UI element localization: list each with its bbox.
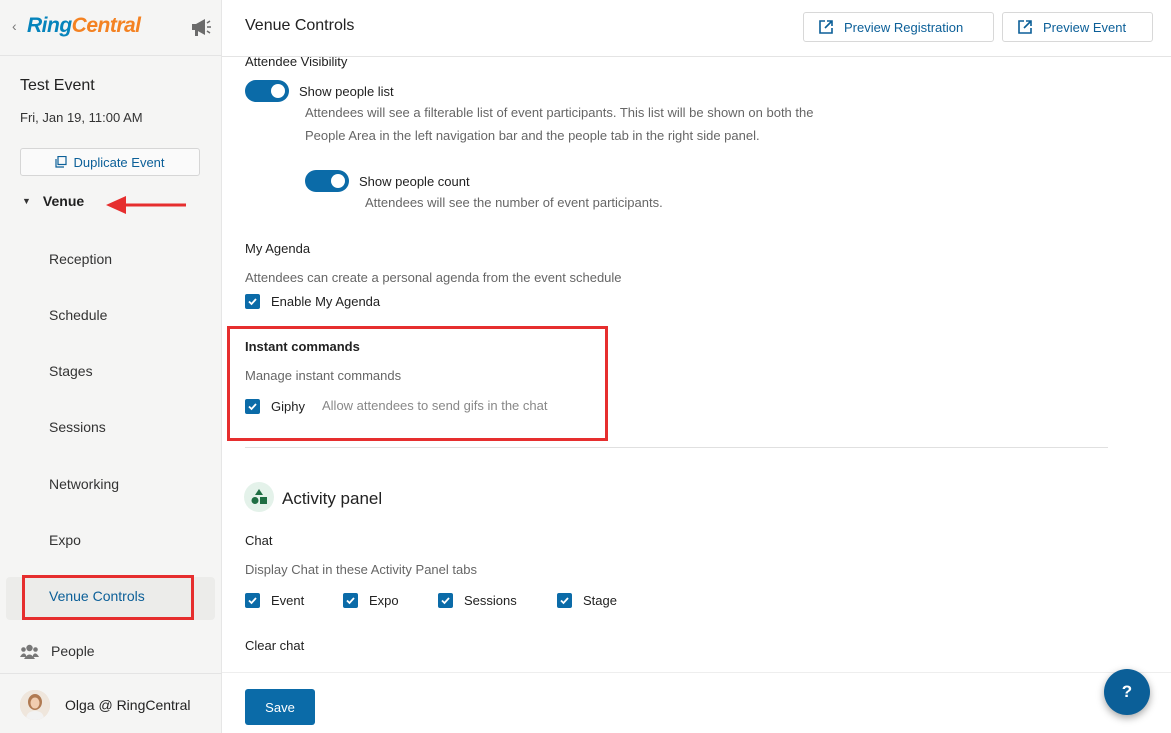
show-people-list-label: Show people list <box>299 84 394 99</box>
my-agenda-description: Attendees can create a personal agenda f… <box>245 270 622 285</box>
check-icon <box>441 597 450 605</box>
sidebar-item-expo[interactable]: Expo <box>49 532 81 548</box>
external-link-icon <box>819 20 833 34</box>
chat-event-label: Event <box>271 593 305 608</box>
instant-commands-title: Instant commands <box>245 339 360 354</box>
attendee-visibility-title: Attendee Visibility <box>245 57 348 69</box>
event-title: Test Event <box>20 77 95 94</box>
duplicate-event-button[interactable]: Duplicate Event <box>20 148 200 176</box>
clear-chat-title: Clear chat <box>245 638 305 653</box>
show-people-list-toggle[interactable] <box>245 80 289 102</box>
sidebar-item-venue[interactable]: ▼ Venue <box>22 193 84 209</box>
megaphone-icon[interactable] <box>189 16 213 38</box>
enable-my-agenda-label: Enable My Agenda <box>271 294 381 309</box>
help-button[interactable]: ? <box>1104 669 1150 715</box>
chat-sessions-label: Sessions <box>464 593 517 608</box>
check-icon <box>248 597 257 605</box>
show-people-count-label: Show people count <box>359 174 470 189</box>
sidebar-item-people[interactable]: People <box>20 643 95 659</box>
giphy-label: Giphy <box>271 399 305 414</box>
check-icon <box>248 403 257 411</box>
user-name: Olga @ RingCentral <box>65 697 191 713</box>
copy-icon <box>55 156 68 168</box>
chat-sessions-checkbox[interactable] <box>438 593 453 608</box>
chat-title: Chat <box>245 533 273 548</box>
section-divider <box>245 447 1108 448</box>
sidebar-item-schedule[interactable]: Schedule <box>49 307 107 323</box>
preview-event-label: Preview Event <box>1043 19 1127 35</box>
venue-label: Venue <box>42 193 85 209</box>
activity-panel-title: Activity panel <box>282 489 383 508</box>
back-chevron-icon[interactable]: ‹ <box>12 18 17 34</box>
sidebar: ‹ RingCentral Test Event Fri, Jan 19, 11… <box>0 0 222 733</box>
chat-description: Display Chat in these Activity Panel tab… <box>245 562 477 577</box>
preview-registration-button[interactable]: Preview Registration <box>803 12 994 42</box>
caret-down-icon: ▼ <box>22 196 31 206</box>
brand-row: ‹ RingCentral <box>0 0 222 56</box>
preview-registration-label: Preview Registration <box>844 19 964 35</box>
check-icon <box>248 298 257 306</box>
footer-bar: Save <box>222 672 1171 733</box>
people-label: People <box>51 643 95 659</box>
save-button[interactable]: Save <box>245 689 315 725</box>
user-profile-row[interactable]: Olga @ RingCentral <box>0 673 222 733</box>
duplicate-event-label: Duplicate Event <box>73 154 165 170</box>
instant-commands-description: Manage instant commands <box>245 368 402 383</box>
giphy-checkbox[interactable] <box>245 399 260 414</box>
show-people-count-toggle[interactable] <box>305 170 349 192</box>
sidebar-item-reception[interactable]: Reception <box>49 251 112 267</box>
red-arrow-annotation <box>106 196 186 214</box>
chat-expo-label: Expo <box>369 593 399 608</box>
giphy-description: Allow attendees to send gifs in the chat <box>322 398 548 413</box>
enable-my-agenda-checkbox[interactable] <box>245 294 260 309</box>
chat-stage-label: Stage <box>583 593 617 608</box>
page-title: Venue Controls <box>245 17 355 34</box>
sidebar-item-networking[interactable]: Networking <box>49 476 119 492</box>
people-list-description-line-2: People Area in the left navigation bar a… <box>305 128 760 143</box>
avatar <box>20 690 50 720</box>
activity-panel-icon <box>244 482 274 512</box>
my-agenda-title: My Agenda <box>245 241 311 256</box>
ringcentral-logo: RingCentral <box>27 14 141 37</box>
people-icon <box>20 644 39 659</box>
sidebar-item-stages[interactable]: Stages <box>49 363 93 379</box>
check-icon <box>346 597 355 605</box>
top-header: Venue Controls Preview Registration Prev… <box>222 0 1171 57</box>
chat-event-checkbox[interactable] <box>245 593 260 608</box>
people-list-description-line-1: Attendees will see a filterable list of … <box>305 105 814 120</box>
main-content[interactable]: Attendee Visibility Show people list Att… <box>222 57 1171 672</box>
people-count-description: Attendees will see the number of event p… <box>365 195 663 210</box>
external-link-icon <box>1018 20 1032 34</box>
sidebar-item-sessions[interactable]: Sessions <box>49 419 106 435</box>
red-highlight-box-nav <box>22 575 194 620</box>
event-date: Fri, Jan 19, 11:00 AM <box>20 110 143 125</box>
preview-event-button[interactable]: Preview Event <box>1002 12 1153 42</box>
check-icon <box>560 597 569 605</box>
chat-expo-checkbox[interactable] <box>343 593 358 608</box>
chat-stage-checkbox[interactable] <box>557 593 572 608</box>
